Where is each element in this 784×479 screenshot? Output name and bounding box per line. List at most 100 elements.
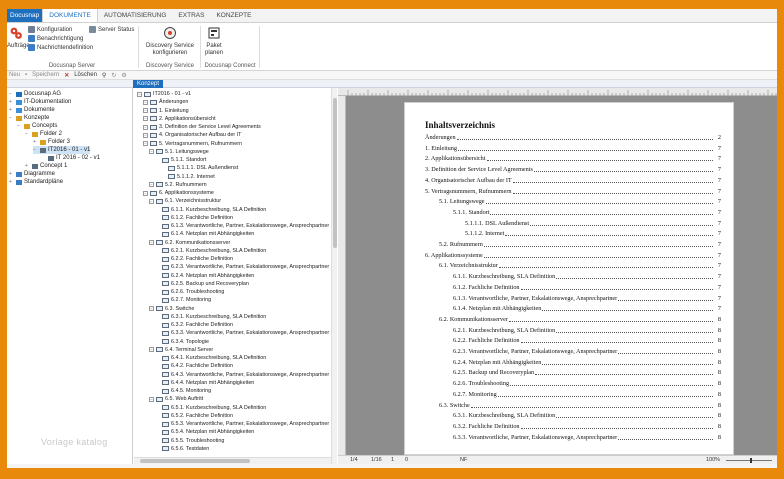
zoom-slider[interactable] bbox=[726, 460, 772, 461]
structure-tree-item[interactable]: 6.5.2. Fachliche Definition bbox=[155, 412, 233, 420]
expand-toggle-icon[interactable]: − bbox=[9, 114, 14, 122]
zoom-slider-thumb[interactable] bbox=[750, 458, 752, 463]
benachrichtigung-button[interactable]: Benachrichtigung bbox=[28, 35, 83, 42]
structure-tree-item[interactable]: − 6.2. Kommunikationsserver bbox=[149, 239, 230, 247]
nav-tree-item[interactable]: + Dokumente bbox=[9, 106, 55, 114]
expand-toggle-icon[interactable]: − bbox=[143, 108, 148, 113]
server-status-button[interactable]: Server Status bbox=[89, 26, 134, 33]
structure-tree-item[interactable]: 6.5.6. Testdaten bbox=[155, 445, 209, 453]
expand-toggle-icon[interactable]: − bbox=[149, 149, 154, 155]
structure-tree-item[interactable]: − 6.3. Switche bbox=[149, 305, 194, 313]
structure-tree-item[interactable]: 5.1.1. Standort bbox=[155, 156, 206, 164]
tab-automatisierung[interactable]: AUTOMATISIERUNG bbox=[98, 9, 173, 22]
gear-icon[interactable]: ⚙ bbox=[121, 72, 126, 79]
refresh-icon[interactable]: ↻ bbox=[111, 72, 116, 79]
document-page[interactable]: Inhaltsverzeichnis Änderungen 2 1. Einleit… bbox=[404, 102, 734, 455]
konfiguration-button[interactable]: Konfiguration bbox=[28, 26, 72, 33]
structure-tree-item[interactable]: 6.2.1. Kurzbeschreibung, SLA Definition bbox=[155, 247, 266, 255]
expand-toggle-icon[interactable]: − bbox=[143, 99, 148, 105]
structure-tree-item[interactable]: 6.5.5. Troubleshooting bbox=[155, 437, 224, 445]
nav-tree-item[interactable]: − Concepts bbox=[17, 122, 57, 130]
loeschen-button[interactable]: Löschen bbox=[74, 72, 97, 78]
structure-tree-item[interactable]: − 5.1. Leitungswege bbox=[149, 148, 209, 156]
structure-tree-item[interactable]: − 6.1. Verzeichnisstruktur bbox=[149, 197, 221, 205]
neu-button[interactable]: Neu bbox=[9, 72, 20, 78]
structure-tree-item[interactable]: − 6. Applikationssysteme bbox=[143, 189, 214, 197]
tab-extras[interactable]: EXTRAS bbox=[172, 9, 210, 22]
expand-toggle-icon[interactable]: + bbox=[9, 106, 14, 114]
tab-dokumente[interactable]: DOKUMENTE bbox=[42, 9, 98, 22]
structure-tree-item[interactable]: 6.1.1. Kurzbeschreibung, SLA Definition bbox=[155, 206, 266, 214]
expand-toggle-icon[interactable]: − bbox=[149, 182, 154, 188]
expand-toggle-icon[interactable]: − bbox=[143, 124, 148, 130]
nav-tree-item[interactable]: + IT-Dokumentation bbox=[9, 98, 71, 106]
expand-toggle-icon[interactable]: − bbox=[17, 122, 22, 130]
nav-tree-item[interactable]: + Diagramme bbox=[9, 170, 55, 178]
structure-tree-item[interactable]: − 3. Definition der Service Level Agreeme… bbox=[143, 123, 261, 131]
speichern-button[interactable]: Speichern bbox=[32, 72, 59, 78]
structure-tree-item[interactable]: 6.1.4. Netzplan mit Abhängigkeiten bbox=[155, 230, 254, 238]
nav-tree-item[interactable]: + Concept 1 bbox=[25, 162, 67, 170]
structure-tree-item[interactable]: − IT2016 - 01 - v1 bbox=[137, 90, 191, 98]
expand-toggle-icon[interactable]: − bbox=[149, 396, 154, 402]
expand-toggle-icon[interactable]: − bbox=[33, 146, 38, 154]
structure-tree-item[interactable]: 6.2.5. Backup und Recoveryplan bbox=[155, 280, 249, 288]
structure-tree-item[interactable]: 6.1.3. Verantwortliche, Partner, Eskalat… bbox=[155, 222, 329, 230]
structure-tree-item[interactable]: 5.1.1.2. Internet bbox=[161, 173, 215, 181]
structure-tree-item[interactable]: 6.5.3. Verantwortliche, Partner, Eskalat… bbox=[155, 420, 329, 428]
structure-tree-item[interactable]: 6.2.3. Verantwortliche, Partner, Eskalat… bbox=[155, 263, 329, 271]
nav-tree-item[interactable]: − Docusnap AG bbox=[9, 90, 61, 98]
nav-tree-item[interactable]: + Folder 3 bbox=[33, 138, 70, 146]
nav-tree-item[interactable]: − Konzepte bbox=[9, 114, 49, 122]
discovery-service-button[interactable]: Discovery Service konfigurieren bbox=[143, 26, 197, 57]
structure-tree-item[interactable]: 6.2.4. Netzplan mit Abhängigkeiten bbox=[155, 272, 254, 280]
expand-toggle-icon[interactable]: − bbox=[143, 116, 148, 122]
expand-toggle-icon[interactable]: − bbox=[149, 198, 154, 204]
structure-tree-item[interactable]: 6.4.3. Verantwortliche, Partner, Eskalat… bbox=[155, 371, 329, 379]
structure-tree-item[interactable]: − 6.5. Web Auftritt bbox=[149, 395, 203, 403]
tab-docusnap[interactable]: Docusnap bbox=[7, 9, 43, 22]
expand-toggle-icon[interactable]: + bbox=[9, 178, 14, 186]
structure-tree-item[interactable]: 6.3.2. Fachliche Definition bbox=[155, 321, 233, 329]
tree-vertical-scrollbar[interactable] bbox=[331, 88, 337, 468]
nav-tree-item[interactable]: − Folder 2 bbox=[25, 130, 62, 138]
expand-toggle-icon[interactable]: − bbox=[143, 190, 148, 196]
expand-toggle-icon[interactable]: + bbox=[33, 138, 38, 146]
structure-tree-item[interactable]: − 1. Einleitung bbox=[143, 107, 189, 115]
structure-tree-item[interactable]: 6.1.2. Fachliche Definition bbox=[155, 214, 233, 222]
structure-tree-item[interactable]: 6.5.4. Netzplan mit Abhängigkeiten bbox=[155, 428, 254, 436]
structure-tree-item[interactable]: 6.4.2. Fachliche Definition bbox=[155, 362, 233, 370]
expand-toggle-icon[interactable]: − bbox=[149, 347, 154, 353]
structure-tree-item[interactable]: − 5.2. Rufnummern bbox=[149, 181, 207, 189]
structure-tree-item[interactable]: 6.2.6. Troubleshooting bbox=[155, 288, 224, 296]
structure-tree-item[interactable]: 6.4.5. Monitoring bbox=[155, 387, 211, 395]
tree-hscroll-thumb[interactable] bbox=[140, 459, 250, 463]
nav-tree-item[interactable]: − IT2016 - 01 - v1 bbox=[33, 146, 91, 154]
nav-tree-item[interactable]: IT 2016 - 02 - v1 bbox=[41, 154, 100, 162]
tab-konzept[interactable]: Konzept bbox=[133, 80, 164, 88]
tree-scroll-thumb[interactable] bbox=[333, 98, 337, 248]
structure-tree-item[interactable]: 5.1.1.1. DSL Außendienst bbox=[161, 164, 238, 172]
nachrichtendefinition-button[interactable]: Nachrichtendefinition bbox=[28, 44, 93, 51]
structure-tree-item[interactable]: 6.4.1. Kurzbeschreibung, SLA Definition bbox=[155, 354, 266, 362]
tree-horizontal-scrollbar[interactable] bbox=[134, 457, 331, 464]
structure-tree-item[interactable]: 6.4.4. Netzplan mit Abhängigkeiten bbox=[155, 379, 254, 387]
search-icon[interactable]: ⚲ bbox=[102, 72, 106, 79]
expand-toggle-icon[interactable]: + bbox=[25, 162, 30, 170]
structure-tree-item[interactable]: − 4. Organisatorischer Aufbau der IT bbox=[143, 131, 241, 139]
structure-tree-item[interactable]: 6.5.1. Kurzbeschreibung, SLA Definition bbox=[155, 404, 266, 412]
expand-toggle-icon[interactable]: − bbox=[25, 130, 30, 138]
structure-tree-item[interactable]: − 6.4. Terminal Server bbox=[149, 346, 213, 354]
nav-tree-item[interactable]: + Standardpläne bbox=[9, 178, 63, 186]
structure-tree-item[interactable]: − 5. Vertragsnummern, Rufnummern bbox=[143, 140, 242, 148]
expand-toggle-icon[interactable]: − bbox=[149, 240, 154, 245]
expand-toggle-icon[interactable]: − bbox=[143, 132, 148, 138]
structure-tree-item[interactable]: 6.2.7. Monitoring bbox=[155, 296, 211, 304]
structure-tree-item[interactable]: 6.2.2. Fachliche Definition bbox=[155, 255, 233, 263]
expand-toggle-icon[interactable]: − bbox=[143, 141, 148, 146]
expand-toggle-icon[interactable]: + bbox=[9, 170, 14, 178]
tab-konzepte[interactable]: KONZEPTE bbox=[210, 9, 257, 22]
structure-tree-item[interactable]: 6.3.4. Topologie bbox=[155, 338, 209, 346]
auftraege-button[interactable]: Aufträge bbox=[7, 26, 30, 50]
structure-tree-item[interactable]: 6.3.3. Verantwortliche, Partner, Eskalat… bbox=[155, 329, 329, 337]
